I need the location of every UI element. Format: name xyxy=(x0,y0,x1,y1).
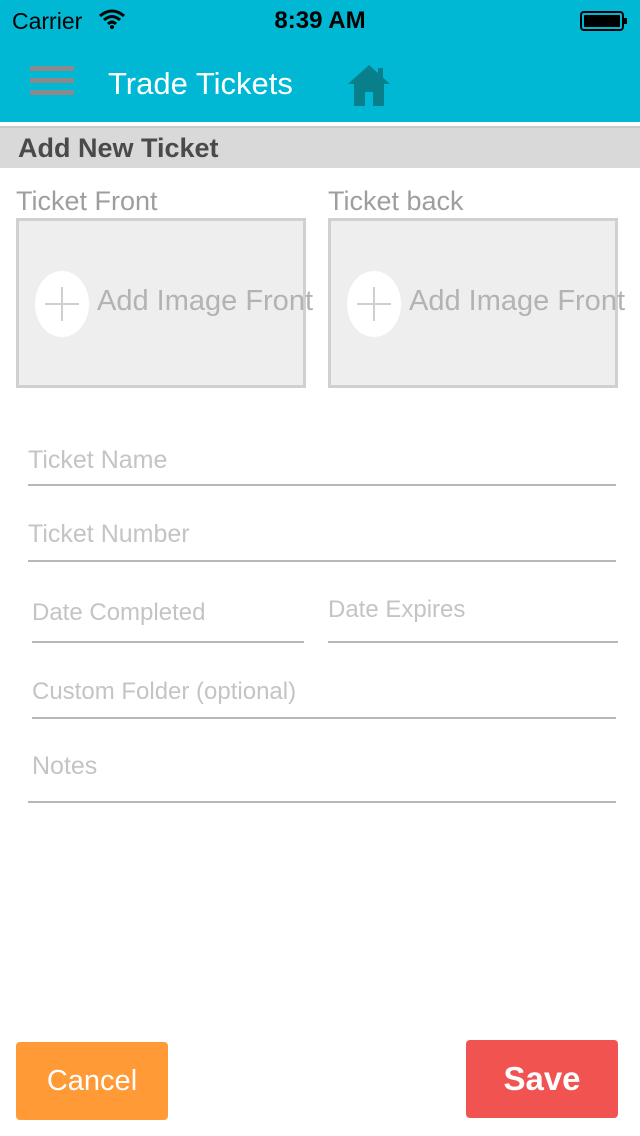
status-bar: Carrier 8:39 AM xyxy=(0,0,640,40)
hamburger-menu-icon[interactable] xyxy=(30,66,74,100)
add-image-back-button[interactable]: Add Image Front xyxy=(328,218,625,388)
add-image-front-label: Add Image Front xyxy=(97,285,313,317)
status-time: 8:39 AM xyxy=(274,7,366,34)
add-image-back-label: Add Image Front xyxy=(409,285,625,317)
save-button[interactable]: Save xyxy=(466,1040,618,1118)
date-completed-field[interactable] xyxy=(32,590,304,643)
ticket-front-label: Ticket Front xyxy=(16,186,158,216)
ticket-back-label: Ticket back xyxy=(328,186,464,216)
add-image-front-button[interactable]: Add Image Front xyxy=(16,218,313,388)
ticket-number-field[interactable] xyxy=(28,514,616,562)
section-title: Add New Ticket xyxy=(18,133,219,163)
date-expires-field[interactable] xyxy=(328,590,618,643)
nav-title: Trade Tickets xyxy=(108,66,293,101)
battery-icon xyxy=(580,11,627,31)
section-header: Add New Ticket xyxy=(0,126,640,168)
add-ticket-screen: Carrier 8:39 AM Trade Tickets Add New Ti… xyxy=(0,0,640,1136)
add-icon xyxy=(35,271,89,337)
home-icon[interactable] xyxy=(346,62,392,108)
ticket-name-field[interactable] xyxy=(28,442,616,486)
add-icon xyxy=(347,271,401,337)
custom-folder-field[interactable] xyxy=(32,672,616,719)
top-bar: Carrier 8:39 AM Trade Tickets xyxy=(0,0,640,122)
cancel-button[interactable]: Cancel xyxy=(16,1042,168,1120)
notes-field[interactable] xyxy=(28,746,616,803)
